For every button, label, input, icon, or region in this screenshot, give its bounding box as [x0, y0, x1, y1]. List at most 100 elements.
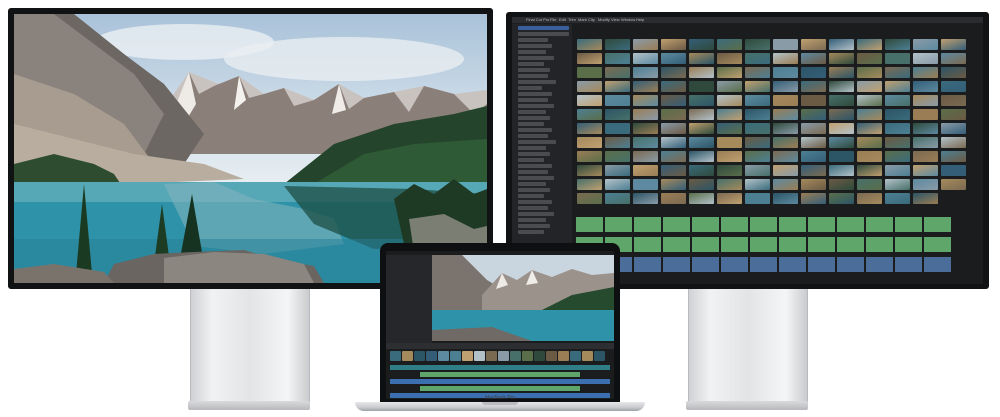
clip-thumbnail[interactable] [577, 193, 602, 204]
clip-thumbnail[interactable] [913, 193, 938, 204]
clip-thumbnail[interactable] [885, 53, 910, 64]
clip-thumbnail[interactable] [633, 95, 658, 106]
clip-thumbnail[interactable] [829, 165, 854, 176]
audio-clip[interactable] [692, 257, 719, 272]
clip-thumbnail[interactable] [577, 109, 602, 120]
audio-clip[interactable] [663, 257, 690, 272]
audio-clip[interactable] [721, 237, 748, 252]
audio-clip[interactable] [924, 237, 951, 252]
clip-thumbnail[interactable] [577, 81, 602, 92]
clip-thumbnail[interactable] [745, 151, 770, 162]
menu-item[interactable]: Trim [568, 17, 576, 22]
audio-clip[interactable] [634, 217, 661, 232]
clip-thumbnail[interactable] [605, 109, 630, 120]
sidebar-item[interactable] [518, 152, 550, 156]
menu-item[interactable]: Window [621, 17, 635, 22]
clip-thumbnail[interactable] [661, 193, 686, 204]
sidebar-item[interactable] [518, 146, 546, 150]
clip-thumbnail[interactable] [661, 81, 686, 92]
clip-thumbnail[interactable] [941, 137, 966, 148]
clip-thumbnail[interactable] [633, 123, 658, 134]
sidebar-item[interactable] [518, 194, 544, 198]
clip-thumbnail[interactable] [829, 95, 854, 106]
clip-thumbnail[interactable] [633, 53, 658, 64]
menu-item[interactable]: Edit [559, 17, 566, 22]
clip-thumbnail[interactable] [717, 67, 742, 78]
clip-thumbnail[interactable] [913, 165, 938, 176]
clip-thumbnail[interactable] [717, 179, 742, 190]
clip-thumbnail[interactable] [773, 151, 798, 162]
sidebar-item[interactable] [518, 38, 548, 42]
clip-thumbnail[interactable] [605, 137, 630, 148]
clip-thumbnail[interactable] [773, 53, 798, 64]
filmstrip-frame[interactable] [558, 351, 569, 361]
audio-clip[interactable] [605, 217, 632, 232]
menu-item[interactable]: Modify [598, 17, 610, 22]
audio-clip[interactable] [750, 257, 777, 272]
clip-thumbnail[interactable] [941, 151, 966, 162]
clip-thumbnail[interactable] [857, 95, 882, 106]
clip-thumbnail[interactable] [689, 165, 714, 176]
audio-clip[interactable] [750, 217, 777, 232]
clip-thumbnail[interactable] [717, 165, 742, 176]
clip-thumbnail[interactable] [689, 151, 714, 162]
timeline-track[interactable] [420, 372, 580, 377]
clip-thumbnail[interactable] [941, 123, 966, 134]
clip-thumbnail[interactable] [829, 123, 854, 134]
clip-thumbnail[interactable] [773, 123, 798, 134]
clip-thumbnail[interactable] [941, 67, 966, 78]
clip-thumbnail[interactable] [773, 109, 798, 120]
clip-thumbnail[interactable] [913, 53, 938, 64]
sidebar-item[interactable] [518, 206, 548, 210]
audio-clip[interactable] [866, 237, 893, 252]
clip-thumbnail[interactable] [857, 137, 882, 148]
audio-clip[interactable] [837, 237, 864, 252]
clip-thumbnail[interactable] [885, 193, 910, 204]
audio-clip[interactable] [634, 257, 661, 272]
clip-thumbnail[interactable] [661, 123, 686, 134]
filmstrip-frame[interactable] [534, 351, 545, 361]
clip-thumbnail[interactable] [633, 165, 658, 176]
clip-thumbnail[interactable] [605, 123, 630, 134]
clip-thumbnail[interactable] [857, 81, 882, 92]
sidebar-item[interactable] [518, 74, 548, 78]
sidebar-item[interactable] [518, 122, 544, 126]
clip-thumbnail[interactable] [941, 53, 966, 64]
clip-thumbnail[interactable] [745, 165, 770, 176]
sidebar-item[interactable] [518, 98, 548, 102]
clip-thumbnail[interactable] [745, 95, 770, 106]
clip-thumbnail[interactable] [661, 109, 686, 120]
sidebar-item[interactable] [518, 44, 552, 48]
audio-clip[interactable] [895, 257, 922, 272]
clip-thumbnail[interactable] [633, 39, 658, 50]
clip-thumbnail[interactable] [885, 39, 910, 50]
clip-thumbnail[interactable] [913, 179, 938, 190]
clip-thumbnail[interactable] [773, 95, 798, 106]
clip-thumbnail[interactable] [941, 81, 966, 92]
clip-thumbnail[interactable] [913, 81, 938, 92]
clip-thumbnail[interactable] [577, 39, 602, 50]
filmstrip-frame[interactable] [414, 351, 425, 361]
clip-thumbnail[interactable] [689, 193, 714, 204]
audio-clip[interactable] [663, 217, 690, 232]
filmstrip-frame[interactable] [474, 351, 485, 361]
clip-thumbnail[interactable] [605, 193, 630, 204]
clip-thumbnail[interactable] [773, 81, 798, 92]
filmstrip-frame[interactable] [486, 351, 497, 361]
clip-thumbnail[interactable] [633, 151, 658, 162]
sidebar-item[interactable] [518, 56, 554, 60]
clip-thumbnail[interactable] [717, 81, 742, 92]
clip-thumbnail[interactable] [913, 109, 938, 120]
clip-thumbnail[interactable] [857, 53, 882, 64]
clip-thumbnail[interactable] [577, 137, 602, 148]
clip-thumbnail[interactable] [829, 67, 854, 78]
clip-thumbnail[interactable] [689, 179, 714, 190]
clip-thumbnail[interactable] [717, 151, 742, 162]
clip-thumbnail[interactable] [745, 137, 770, 148]
clip-thumbnail[interactable] [605, 179, 630, 190]
clip-thumbnail[interactable] [913, 123, 938, 134]
clip-thumbnail[interactable] [577, 95, 602, 106]
clip-thumbnail[interactable] [885, 123, 910, 134]
sidebar-item[interactable] [518, 176, 554, 180]
audio-clip[interactable] [924, 217, 951, 232]
